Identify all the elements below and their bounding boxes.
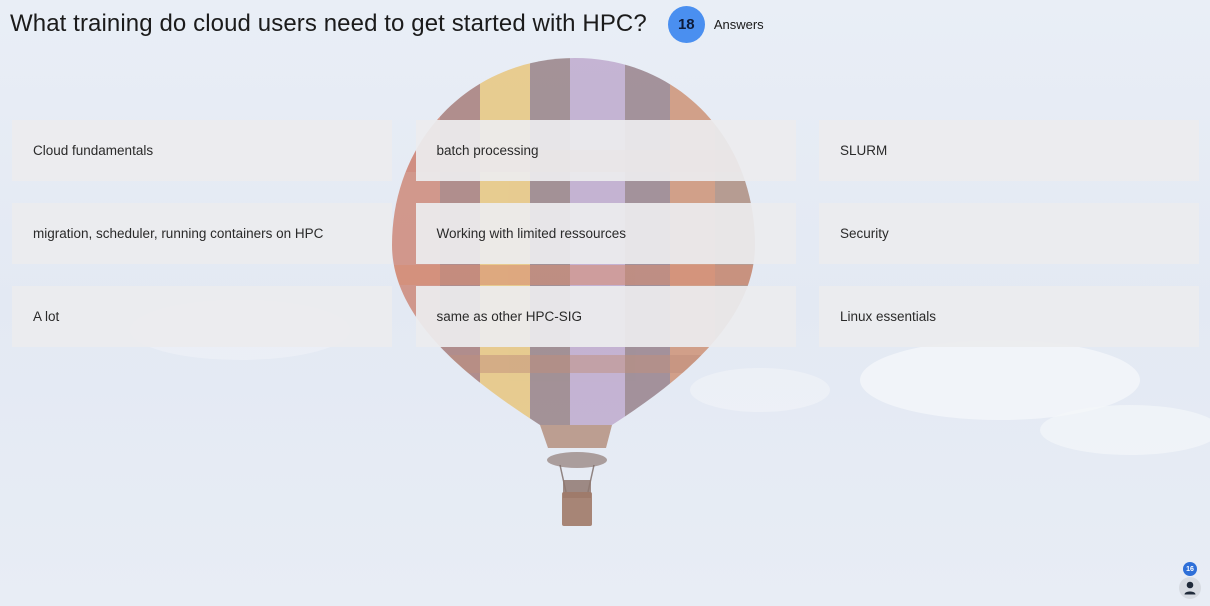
participants-indicator[interactable]: 16 (1178, 562, 1202, 602)
answer-card: Linux essentials (819, 286, 1199, 347)
answer-card: migration, scheduler, running containers… (12, 203, 392, 264)
question-header: What training do cloud users need to get… (10, 5, 764, 43)
answer-card: Security (819, 203, 1199, 264)
answer-count-label: Answers (713, 16, 764, 32)
answer-card: same as other HPC-SIG (415, 286, 796, 347)
answer-card: batch processing (415, 120, 796, 181)
participant-count-badge: 16 (1183, 562, 1197, 576)
answer-card: A lot (12, 286, 392, 347)
answer-count-badge: 18 (667, 5, 705, 43)
answer-card: SLURM (819, 120, 1199, 181)
question-title: What training do cloud users need to get… (10, 10, 647, 37)
answers-grid: Cloud fundamentals batch processing SLUR… (12, 120, 1199, 347)
person-icon (1179, 577, 1201, 599)
answer-card: Cloud fundamentals (12, 120, 392, 181)
answer-card: Working with limited ressources (415, 203, 796, 264)
